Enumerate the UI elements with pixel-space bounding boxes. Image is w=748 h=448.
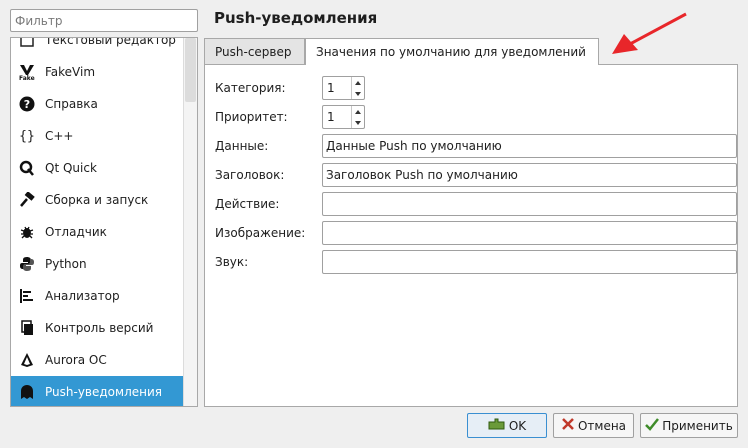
help-icon: ? bbox=[17, 94, 37, 114]
sidebar-item-analyzer[interactable]: Анализатор bbox=[11, 280, 184, 312]
sidebar-item-text-editor[interactable]: Текстовый редактор bbox=[11, 37, 184, 56]
sidebar-scrollbar[interactable] bbox=[183, 38, 197, 406]
checkmark-icon bbox=[645, 417, 660, 434]
sidebar-item-label: FakeVim bbox=[45, 65, 96, 79]
title-label: Заголовок: bbox=[215, 168, 285, 182]
sidebar-item-label: Qt Quick bbox=[45, 161, 97, 175]
action-label: Действие: bbox=[215, 197, 280, 211]
text-editor-icon bbox=[17, 38, 37, 50]
increment-icon[interactable] bbox=[355, 109, 361, 114]
svg-text:Fake: Fake bbox=[19, 75, 35, 81]
page-title: Push-уведомления bbox=[214, 9, 378, 27]
ok-button[interactable]: OK bbox=[467, 413, 547, 438]
decrement-icon[interactable] bbox=[355, 120, 361, 125]
sidebar-item-label: Python bbox=[45, 257, 87, 271]
data-label: Данные: bbox=[215, 139, 269, 153]
cancel-button[interactable]: Отмена bbox=[553, 413, 634, 438]
action-field[interactable] bbox=[322, 192, 737, 216]
sidebar-item-label: Push-уведомления bbox=[45, 385, 162, 399]
sidebar-item-qt-quick[interactable]: Qt Quick bbox=[11, 152, 184, 184]
hammer-icon bbox=[17, 190, 37, 210]
sidebar-item-push-notifications[interactable]: Push-уведомления bbox=[11, 376, 184, 406]
cancel-icon bbox=[561, 417, 575, 434]
priority-label: Приоритет: bbox=[215, 110, 288, 124]
braces-icon: {} bbox=[19, 128, 35, 144]
tab-default-values[interactable]: Значения по умолчанию для уведомлений bbox=[305, 38, 599, 65]
priority-spinbox[interactable]: 1 bbox=[322, 105, 365, 129]
ok-hand-icon bbox=[488, 417, 506, 434]
sidebar-item-label: Отладчик bbox=[45, 225, 107, 239]
sidebar-item-build-run[interactable]: Сборка и запуск bbox=[11, 184, 184, 216]
sidebar-item-help[interactable]: ? Справка bbox=[11, 88, 184, 120]
title-field[interactable]: Заголовок Push по умолчанию bbox=[322, 163, 737, 187]
sidebar-item-label: Контроль версий bbox=[45, 321, 154, 335]
category-spinbox[interactable]: 1 bbox=[322, 76, 365, 100]
analyzer-icon bbox=[17, 286, 37, 306]
qt-quick-icon bbox=[17, 158, 37, 178]
sidebar-item-label: Сборка и запуск bbox=[45, 193, 149, 207]
sidebar-item-label: C++ bbox=[45, 129, 74, 143]
fakevim-icon: Fake bbox=[17, 62, 37, 82]
ok-button-label: OK bbox=[508, 418, 527, 433]
priority-stepper[interactable] bbox=[351, 106, 364, 128]
sidebar-item-debugger[interactable]: Отладчик bbox=[11, 216, 184, 248]
category-label: Категория: bbox=[215, 81, 286, 95]
sidebar-item-aurora-os[interactable]: Aurora OC bbox=[11, 344, 184, 376]
image-field[interactable] bbox=[322, 221, 737, 245]
sidebar-item-label: Анализатор bbox=[45, 289, 120, 303]
category-value: 1 bbox=[327, 81, 335, 95]
sidebar-item-python[interactable]: Python bbox=[11, 248, 184, 280]
aurora-icon bbox=[17, 350, 37, 370]
sidebar-item-version-control[interactable]: Контроль версий bbox=[11, 312, 184, 344]
filter-input[interactable] bbox=[10, 9, 198, 32]
settings-category-list[interactable]: Текстовый редактор Fake FakeVim ? Справк… bbox=[10, 37, 198, 407]
priority-value: 1 bbox=[327, 110, 335, 124]
decrement-icon[interactable] bbox=[355, 91, 361, 96]
image-label: Изображение: bbox=[215, 226, 306, 240]
python-icon bbox=[17, 254, 37, 274]
sound-field[interactable] bbox=[322, 250, 737, 274]
increment-icon[interactable] bbox=[355, 80, 361, 85]
tab-push-server[interactable]: Push-сервер bbox=[204, 38, 305, 64]
sidebar-item-fakevim[interactable]: Fake FakeVim bbox=[11, 56, 184, 88]
category-stepper[interactable] bbox=[351, 77, 364, 99]
sidebar-item-cpp[interactable]: {} C++ bbox=[11, 120, 184, 152]
push-bell-icon bbox=[17, 382, 37, 402]
bug-icon bbox=[17, 222, 37, 242]
sound-label: Звук: bbox=[215, 255, 249, 269]
svg-text:?: ? bbox=[24, 98, 30, 111]
data-field[interactable]: Данные Push по умолчанию bbox=[322, 134, 737, 158]
cancel-button-label: Отмена bbox=[577, 418, 627, 433]
version-control-icon bbox=[17, 318, 37, 338]
scrollbar-thumb[interactable] bbox=[185, 38, 196, 102]
annotation-arrow bbox=[612, 12, 687, 54]
apply-button[interactable]: Применить bbox=[640, 413, 738, 438]
sidebar-item-label: Справка bbox=[45, 97, 98, 111]
apply-button-label: Применить bbox=[662, 418, 733, 433]
sidebar-item-label: Aurora OC bbox=[45, 353, 107, 367]
default-values-panel: Категория: 1 Приоритет: 1 Данные: Данные… bbox=[204, 64, 738, 407]
sidebar-item-label: Текстовый редактор bbox=[45, 37, 176, 47]
